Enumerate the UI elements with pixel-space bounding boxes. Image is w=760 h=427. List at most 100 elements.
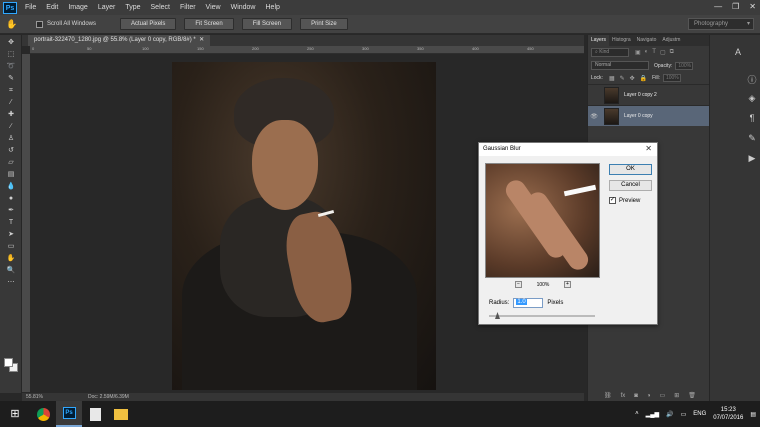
group-icon[interactable]: ▭ bbox=[660, 392, 666, 399]
fit-screen-button[interactable]: Fit Screen bbox=[184, 18, 234, 30]
checkbox-box[interactable] bbox=[36, 20, 43, 28]
portrait-image[interactable] bbox=[172, 62, 436, 390]
trash-icon[interactable]: 🗑 bbox=[688, 392, 696, 399]
menu-select[interactable]: Select bbox=[151, 4, 170, 11]
zoom-out-button[interactable]: − bbox=[515, 281, 522, 288]
taskbar-chrome[interactable] bbox=[30, 401, 56, 427]
print-size-button[interactable]: Print Size bbox=[300, 18, 348, 30]
smart-filter-icon[interactable]: ⧉ bbox=[670, 49, 674, 56]
layer-style-icon[interactable]: fx bbox=[621, 393, 626, 399]
actual-pixels-button[interactable]: Actual Pixels bbox=[120, 18, 177, 30]
taskbar-document[interactable] bbox=[82, 401, 108, 427]
radius-slider-track[interactable] bbox=[489, 315, 595, 317]
type-filter-icon[interactable]: T bbox=[652, 49, 656, 56]
kind-filter-select[interactable]: ⌕ Kind bbox=[591, 48, 629, 57]
ok-button[interactable]: OK bbox=[609, 164, 652, 175]
eraser-tool-icon[interactable]: ▱ bbox=[4, 158, 18, 167]
restore-button[interactable]: ❐ bbox=[732, 2, 739, 11]
checkmark-icon[interactable]: ✓ bbox=[609, 197, 616, 204]
lock-paint-icon[interactable]: ✎ bbox=[620, 75, 625, 82]
lock-pixels-icon[interactable]: ▦ bbox=[609, 75, 615, 82]
language-indicator[interactable]: ENG bbox=[693, 411, 706, 417]
tab-adjustments[interactable]: Adjustm bbox=[659, 35, 683, 46]
marquee-tool-icon[interactable]: ⬚ bbox=[4, 50, 18, 59]
gradient-tool-icon[interactable]: ▤ bbox=[4, 170, 18, 179]
move-tool-icon[interactable]: ✥ bbox=[4, 38, 18, 47]
taskbar-explorer[interactable] bbox=[108, 401, 134, 427]
eye-icon[interactable]: 👁 bbox=[588, 113, 600, 120]
video-panel-icon[interactable]: ▶ bbox=[745, 153, 759, 165]
preview-checkbox[interactable]: ✓ Preview bbox=[609, 197, 640, 204]
clone-stamp-tool-icon[interactable]: ♙ bbox=[4, 134, 18, 143]
tab-histogram[interactable]: Histogra bbox=[609, 35, 634, 46]
shape-filter-icon[interactable]: ▢ bbox=[660, 49, 666, 56]
lock-all-icon[interactable]: 🔒 bbox=[640, 75, 647, 82]
battery-icon[interactable]: ▭ bbox=[681, 411, 687, 418]
crop-tool-icon[interactable]: ⌗ bbox=[4, 86, 18, 95]
menu-edit[interactable]: Edit bbox=[46, 4, 58, 11]
adjustment-filter-icon[interactable]: ◐ bbox=[645, 49, 649, 56]
menu-file[interactable]: File bbox=[25, 4, 36, 11]
fill-field[interactable]: 100% bbox=[662, 74, 681, 82]
more-tools-icon[interactable]: ⋯ bbox=[4, 278, 18, 287]
history-brush-tool-icon[interactable]: ↺ bbox=[4, 146, 18, 155]
windows-start-icon[interactable]: ⊞ bbox=[0, 401, 30, 427]
zoom-tool-icon[interactable]: 🔍 bbox=[4, 266, 18, 275]
blur-tool-icon[interactable]: 💧 bbox=[4, 182, 18, 191]
hand-tool-side-icon[interactable]: ✋ bbox=[4, 254, 18, 263]
workspace-select[interactable]: Photography ▾ bbox=[688, 18, 754, 30]
brush-tool-icon[interactable]: ∕ bbox=[4, 122, 18, 131]
new-layer-icon[interactable]: ⊞ bbox=[674, 392, 679, 399]
lasso-tool-icon[interactable]: ➰ bbox=[4, 62, 18, 71]
hand-tool-icon[interactable]: ✋ bbox=[6, 17, 22, 31]
scroll-all-windows-checkbox[interactable]: Scroll All Windows bbox=[36, 20, 96, 28]
adjustments-panel-icon[interactable]: ◈ bbox=[745, 93, 759, 105]
healing-brush-tool-icon[interactable]: ✚ bbox=[4, 110, 18, 119]
type-tool-icon[interactable]: T bbox=[4, 218, 18, 227]
layer-mask-icon[interactable]: ◙ bbox=[634, 393, 638, 399]
layer-row-selected[interactable]: 👁 Layer 0 copy bbox=[588, 105, 709, 126]
notifications-icon[interactable]: ▤ bbox=[750, 411, 756, 418]
menu-window[interactable]: Window bbox=[231, 4, 256, 11]
eyedropper-tool-icon[interactable]: ⁄ bbox=[4, 98, 18, 107]
layer-row[interactable]: Layer 0 copy 2 bbox=[588, 84, 709, 105]
path-selection-tool-icon[interactable]: ➤ bbox=[4, 230, 18, 239]
character-panel-icon[interactable]: A bbox=[731, 47, 745, 59]
close-icon[interactable]: ✕ bbox=[645, 144, 652, 153]
link-layers-icon[interactable]: ⛓ bbox=[604, 392, 612, 399]
foreground-color-swatch[interactable] bbox=[4, 358, 13, 367]
clock[interactable]: 15:23 07/07/2016 bbox=[713, 406, 743, 422]
menu-layer[interactable]: Layer bbox=[98, 4, 116, 11]
minimize-button[interactable]: — bbox=[714, 2, 722, 11]
pixel-filter-icon[interactable]: ▣ bbox=[635, 49, 641, 56]
fill-screen-button[interactable]: Fill Screen bbox=[241, 18, 293, 30]
blend-mode-select[interactable]: Normal bbox=[591, 61, 649, 70]
menu-image[interactable]: Image bbox=[68, 4, 87, 11]
tab-navigator[interactable]: Navigato bbox=[634, 35, 660, 46]
tab-layers[interactable]: Layers bbox=[588, 35, 610, 46]
chevron-up-icon[interactable]: ˄ bbox=[635, 411, 639, 417]
network-icon[interactable]: ▂▄▆ bbox=[646, 411, 659, 418]
opacity-field[interactable]: 100% bbox=[675, 61, 694, 70]
menu-view[interactable]: View bbox=[206, 4, 221, 11]
taskbar-photoshop[interactable]: Ps bbox=[56, 401, 82, 427]
volume-icon[interactable]: 🔊 bbox=[666, 411, 673, 418]
menu-help[interactable]: Help bbox=[266, 4, 280, 11]
rectangle-tool-icon[interactable]: ▭ bbox=[4, 242, 18, 251]
zoom-in-button[interactable]: + bbox=[563, 281, 571, 288]
menu-type[interactable]: Type bbox=[125, 4, 140, 11]
menu-filter[interactable]: Filter bbox=[180, 4, 196, 11]
adjustment-layer-icon[interactable]: ◑ bbox=[647, 393, 651, 399]
quick-select-tool-icon[interactable]: ✎ bbox=[4, 74, 18, 83]
paragraph-panel-icon[interactable]: ¶ bbox=[745, 113, 759, 125]
notes-panel-icon[interactable]: ✎ bbox=[745, 133, 759, 145]
close-window-button[interactable]: ✕ bbox=[749, 2, 756, 11]
radius-input[interactable]: 1.0 bbox=[513, 298, 544, 308]
close-tab-icon[interactable]: ✕ bbox=[197, 37, 204, 43]
blur-preview[interactable] bbox=[485, 163, 600, 278]
dodge-tool-icon[interactable]: ● bbox=[4, 194, 18, 203]
lock-position-icon[interactable]: ✥ bbox=[630, 75, 635, 82]
cancel-button[interactable]: Cancel bbox=[609, 180, 652, 191]
visibility-toggle[interactable] bbox=[588, 92, 600, 98]
zoom-level[interactable]: 55.81% bbox=[26, 393, 43, 401]
